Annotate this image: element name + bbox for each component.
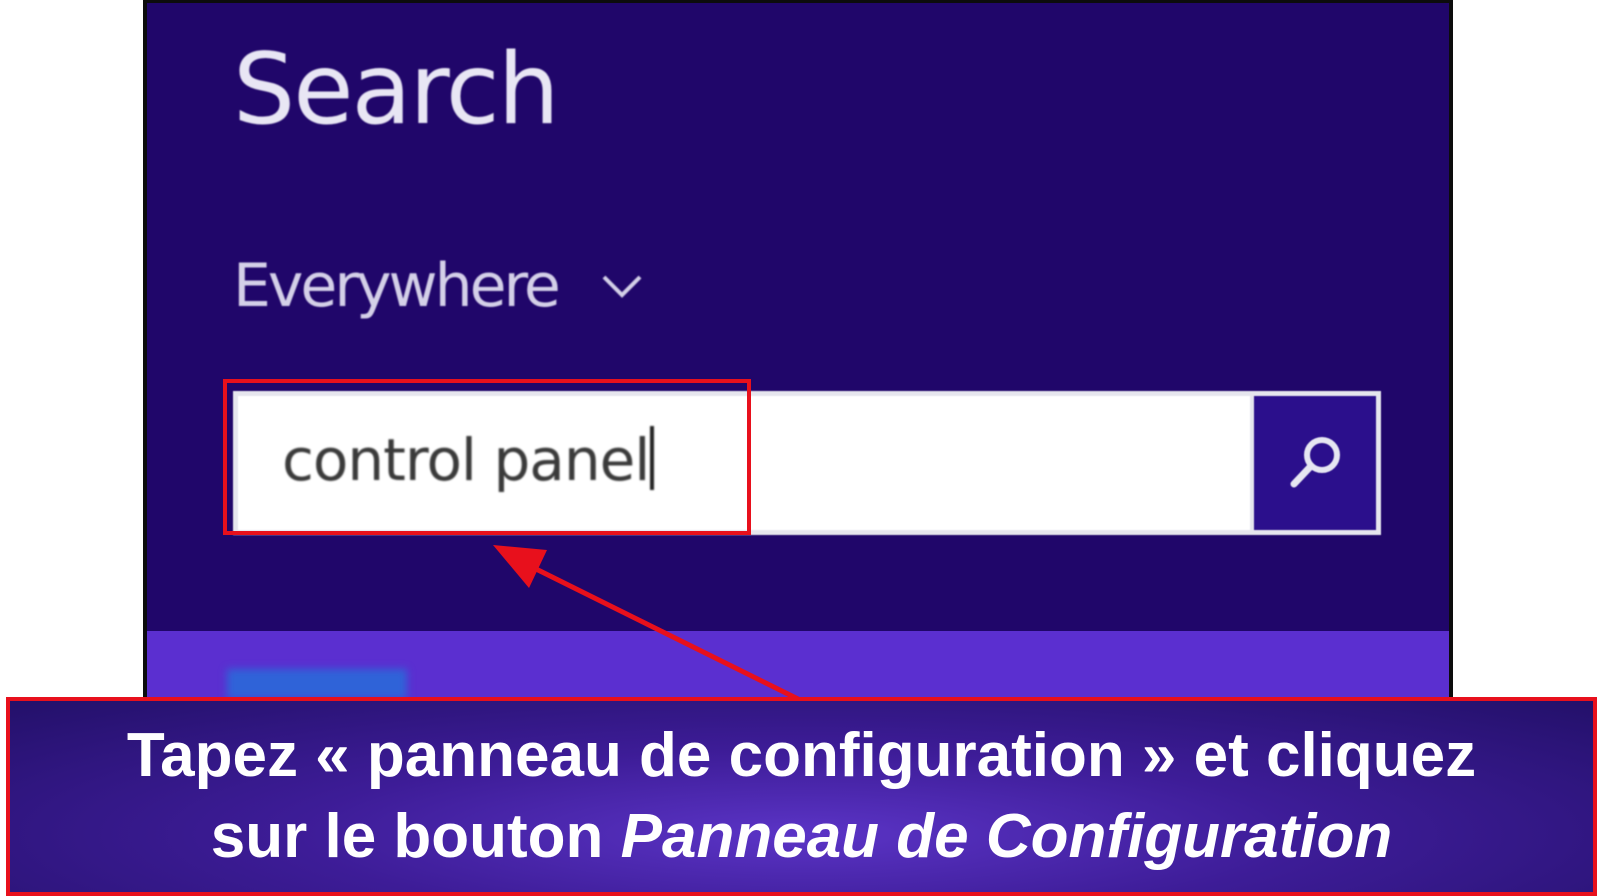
search-input-highlight: [223, 379, 751, 535]
screenshot-stage: Search Everywhere control panel Tapez «: [0, 0, 1599, 896]
search-scope-label: Everywhere: [233, 251, 561, 321]
caption-line-2: sur le bouton Panneau de Configuration: [211, 797, 1392, 878]
caption-line-1: Tapez « panneau de configuration » et cl…: [126, 720, 1477, 790]
result-tile: [227, 669, 407, 699]
instruction-caption: Tapez « panneau de configuration » et cl…: [6, 697, 1597, 896]
search-scope-dropdown[interactable]: Everywhere: [233, 251, 646, 321]
caption-line-2-text: sur le bouton: [210, 801, 621, 871]
search-button[interactable]: [1250, 396, 1376, 530]
caption-button-name: Panneau de Configuration: [620, 801, 1393, 871]
magnifier-icon: [1290, 437, 1340, 488]
chevron-down-icon: [602, 275, 642, 298]
charm-title: Search: [233, 33, 560, 147]
